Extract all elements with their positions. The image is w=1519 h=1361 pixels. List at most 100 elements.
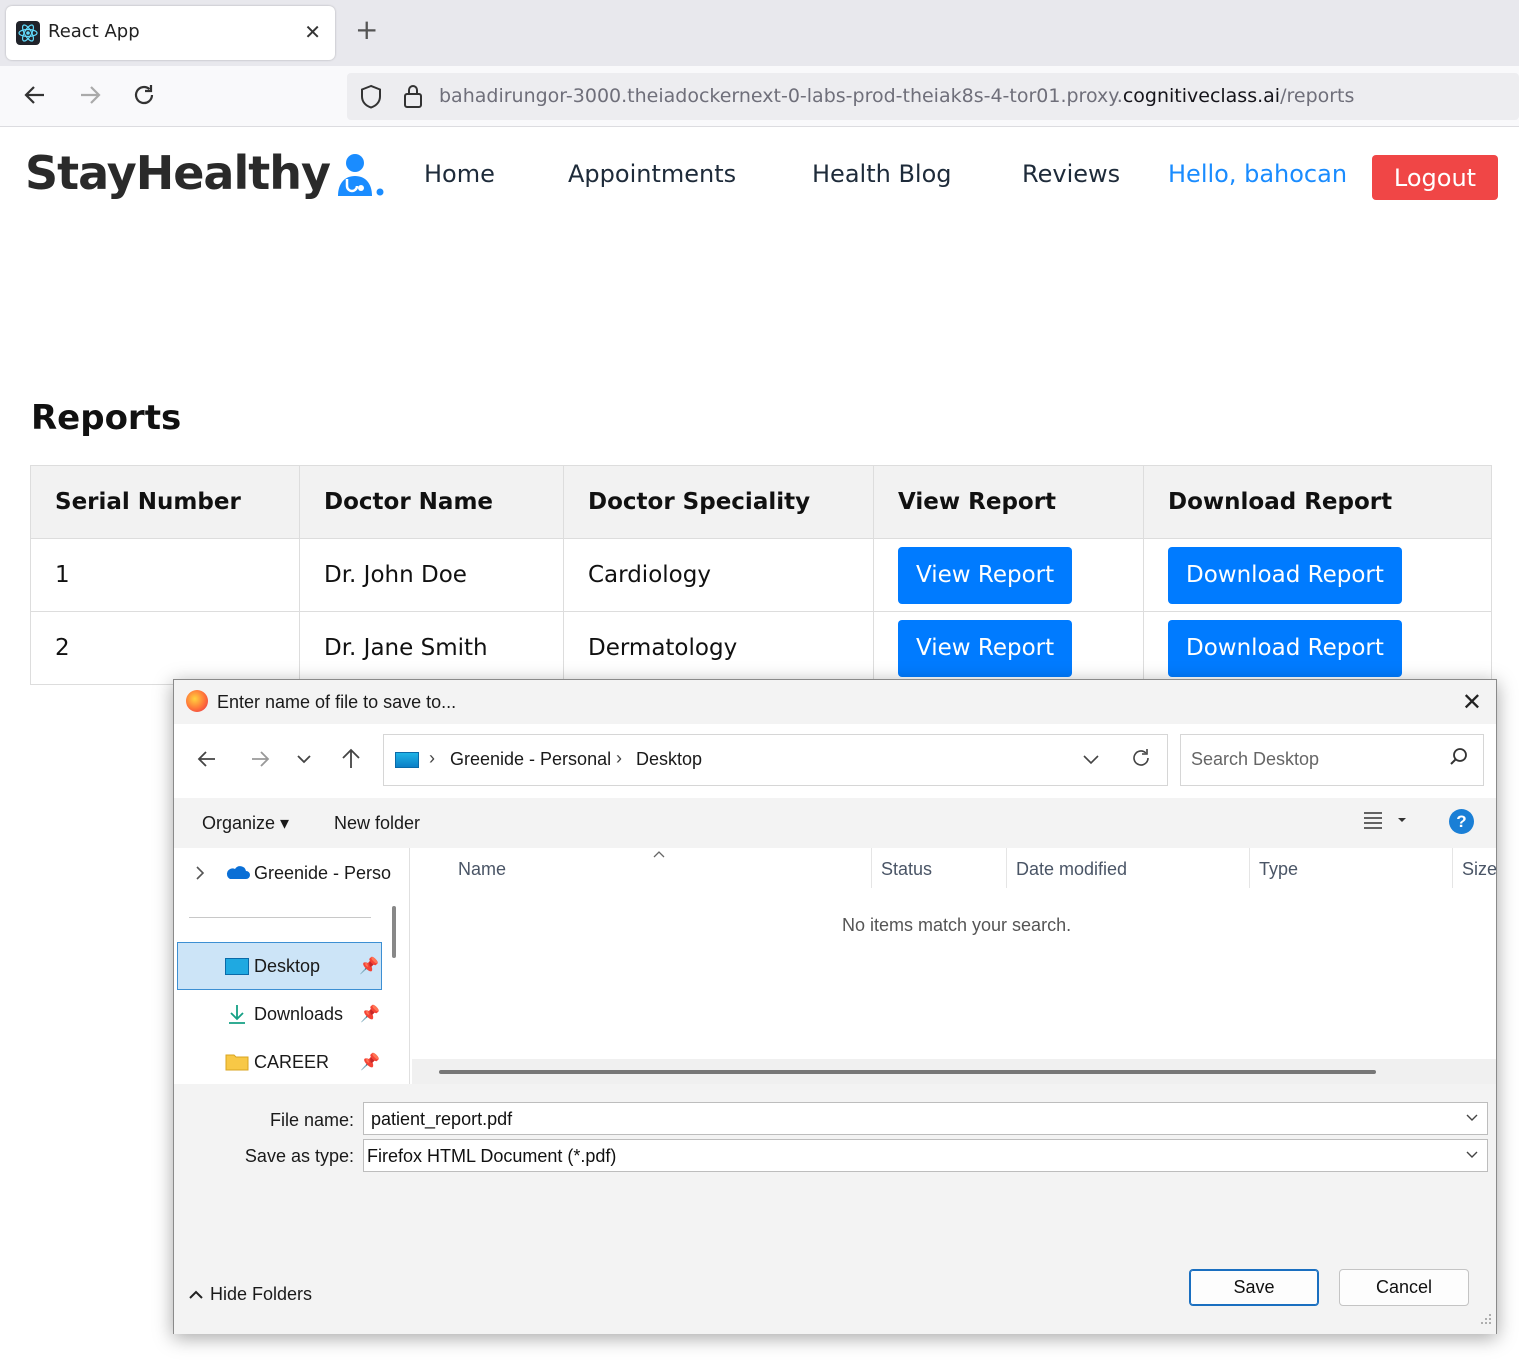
doctor-logo-icon bbox=[333, 152, 385, 198]
download-arrow-icon bbox=[227, 1003, 247, 1030]
search-box[interactable] bbox=[1180, 734, 1484, 786]
sort-ascending-icon bbox=[652, 846, 666, 864]
stayhealthy-logo[interactable]: StayHealthy bbox=[25, 146, 331, 200]
download-report-button[interactable]: Download Report bbox=[1168, 619, 1402, 677]
download-report-button[interactable]: Download Report bbox=[1168, 546, 1402, 604]
chevron-right-icon[interactable]: › bbox=[616, 748, 622, 769]
reload-icon[interactable] bbox=[131, 82, 157, 113]
recent-locations-chevron-icon[interactable] bbox=[296, 748, 312, 774]
reports-table: Serial Number Doctor Name Doctor Special… bbox=[30, 465, 1492, 685]
folder-icon bbox=[225, 1053, 249, 1076]
view-report-button[interactable]: View Report bbox=[898, 619, 1073, 677]
column-header: Serial Number bbox=[30, 465, 300, 539]
column-divider[interactable] bbox=[871, 848, 872, 888]
horizontal-scrollbar[interactable] bbox=[412, 1059, 1496, 1084]
breadcrumb[interactable]: › Greenide - Personal › Desktop bbox=[383, 734, 1168, 786]
pin-icon[interactable]: 📌 bbox=[360, 1052, 380, 1072]
desktop-folder-icon bbox=[225, 958, 249, 980]
nav-appointments[interactable]: Appointments bbox=[568, 160, 736, 188]
save-file-dialog: Enter name of file to save to... ✕ › Gre… bbox=[173, 679, 1497, 1334]
doctor-name-cell: Dr. John Doe bbox=[299, 538, 564, 612]
column-divider[interactable] bbox=[1249, 848, 1250, 888]
view-options-icon[interactable] bbox=[1362, 808, 1408, 839]
desktop-folder-icon bbox=[395, 752, 419, 768]
back-arrow-icon[interactable] bbox=[22, 82, 48, 113]
logout-button[interactable]: Logout bbox=[1372, 155, 1498, 200]
serial-cell: 2 bbox=[30, 611, 300, 685]
nav-reviews[interactable]: Reviews bbox=[1022, 160, 1120, 188]
file-name-value[interactable]: patient_report.pdf bbox=[371, 1109, 512, 1130]
chevron-right-icon[interactable] bbox=[194, 864, 206, 887]
serial-cell: 1 bbox=[30, 538, 300, 612]
address-row: › Greenide - Personal › Desktop bbox=[174, 724, 1496, 798]
lock-icon[interactable] bbox=[402, 83, 424, 113]
save-type-value[interactable]: Firefox HTML Document (*.pdf) bbox=[367, 1146, 616, 1167]
chevron-down-icon[interactable] bbox=[1465, 1108, 1479, 1131]
table-row: 2 Dr. Jane Smith Dermatology View Report… bbox=[30, 611, 1492, 685]
organize-menu[interactable]: Organize ▾ bbox=[202, 813, 289, 834]
new-folder-button[interactable]: New folder bbox=[334, 813, 420, 834]
forward-arrow-icon[interactable] bbox=[249, 748, 271, 774]
save-button[interactable]: Save bbox=[1189, 1269, 1319, 1306]
nav-item-downloads[interactable]: Downloads 📌 bbox=[177, 991, 382, 1037]
save-type-select[interactable]: Firefox HTML Document (*.pdf) bbox=[363, 1139, 1488, 1172]
close-tab-icon[interactable]: ✕ bbox=[304, 20, 321, 44]
table-row: 1 Dr. John Doe Cardiology View Report Do… bbox=[30, 538, 1492, 612]
table-header-row: Serial Number Doctor Name Doctor Special… bbox=[30, 465, 1492, 539]
nav-onedrive[interactable]: Greenide - Perso bbox=[254, 863, 391, 884]
nav-health-blog[interactable]: Health Blog bbox=[812, 160, 952, 188]
browser-tab-bar: React App ✕ + bbox=[0, 0, 1519, 66]
column-date-modified[interactable]: Date modified bbox=[1016, 859, 1127, 880]
file-name-field[interactable]: patient_report.pdf bbox=[363, 1102, 1488, 1135]
column-name[interactable]: Name bbox=[458, 859, 506, 880]
column-divider[interactable] bbox=[1452, 848, 1453, 888]
url-text[interactable]: bahadirungor-3000.theiadockernext-0-labs… bbox=[439, 85, 1354, 107]
nav-home[interactable]: Home bbox=[424, 160, 495, 188]
resize-grip-icon[interactable] bbox=[1480, 1312, 1492, 1330]
pin-icon[interactable]: 📌 bbox=[359, 956, 379, 976]
divider bbox=[189, 917, 371, 918]
help-icon[interactable]: ? bbox=[1449, 809, 1474, 834]
command-bar: Organize ▾ New folder ? bbox=[174, 798, 1496, 848]
nav-item-desktop[interactable]: Desktop 📌 bbox=[177, 942, 382, 990]
search-input[interactable] bbox=[1191, 749, 1431, 770]
up-arrow-icon[interactable] bbox=[340, 748, 362, 774]
scrollbar-thumb[interactable] bbox=[439, 1070, 1376, 1074]
breadcrumb-item[interactable]: Desktop bbox=[636, 749, 702, 770]
nav-scrollbar[interactable] bbox=[392, 906, 396, 958]
chevron-right-icon[interactable]: › bbox=[429, 748, 435, 769]
column-status[interactable]: Status bbox=[881, 859, 932, 880]
url-bar[interactable]: bahadirungor-3000.theiadockernext-0-labs… bbox=[347, 73, 1519, 120]
download-report-cell: Download Report bbox=[1143, 611, 1492, 685]
nav-item-label: CAREER bbox=[254, 1052, 330, 1072]
view-report-button[interactable]: View Report bbox=[898, 546, 1073, 604]
column-divider[interactable] bbox=[1006, 848, 1007, 888]
column-type[interactable]: Type bbox=[1259, 859, 1298, 880]
breadcrumb-item[interactable]: Greenide - Personal bbox=[450, 749, 611, 770]
dialog-footer: Hide Folders Save Cancel bbox=[174, 1234, 1496, 1334]
forward-arrow-icon[interactable] bbox=[77, 82, 103, 113]
nav-item-career[interactable]: CAREER 📌 bbox=[177, 1039, 382, 1085]
column-header: Download Report bbox=[1143, 465, 1492, 539]
hide-folders-toggle[interactable]: Hide Folders bbox=[188, 1284, 312, 1305]
browser-tab[interactable]: React App ✕ bbox=[6, 6, 335, 60]
navigation-pane: Greenide - Perso Desktop 📌 Downloads 📌 C… bbox=[174, 848, 410, 1084]
new-tab-icon[interactable]: + bbox=[355, 16, 378, 44]
chevron-down-icon[interactable] bbox=[1465, 1145, 1479, 1168]
shield-icon[interactable] bbox=[359, 84, 383, 114]
cancel-button[interactable]: Cancel bbox=[1339, 1269, 1469, 1306]
user-greeting: Hello, bahocan bbox=[1168, 160, 1348, 188]
save-type-label: Save as type: bbox=[244, 1146, 354, 1166]
column-size[interactable]: Size bbox=[1462, 859, 1497, 880]
back-arrow-icon[interactable] bbox=[196, 748, 218, 774]
column-header: Doctor Name bbox=[299, 465, 564, 539]
refresh-icon[interactable] bbox=[1130, 747, 1152, 774]
view-report-cell: View Report bbox=[873, 611, 1144, 685]
search-icon[interactable] bbox=[1449, 747, 1469, 773]
doctor-name-cell: Dr. Jane Smith bbox=[299, 611, 564, 685]
close-icon[interactable]: ✕ bbox=[1462, 688, 1482, 717]
hide-folders-label: Hide Folders bbox=[210, 1284, 313, 1304]
react-logo-icon bbox=[16, 21, 40, 45]
chevron-down-icon[interactable] bbox=[1081, 749, 1101, 774]
pin-icon[interactable]: 📌 bbox=[360, 1004, 380, 1024]
